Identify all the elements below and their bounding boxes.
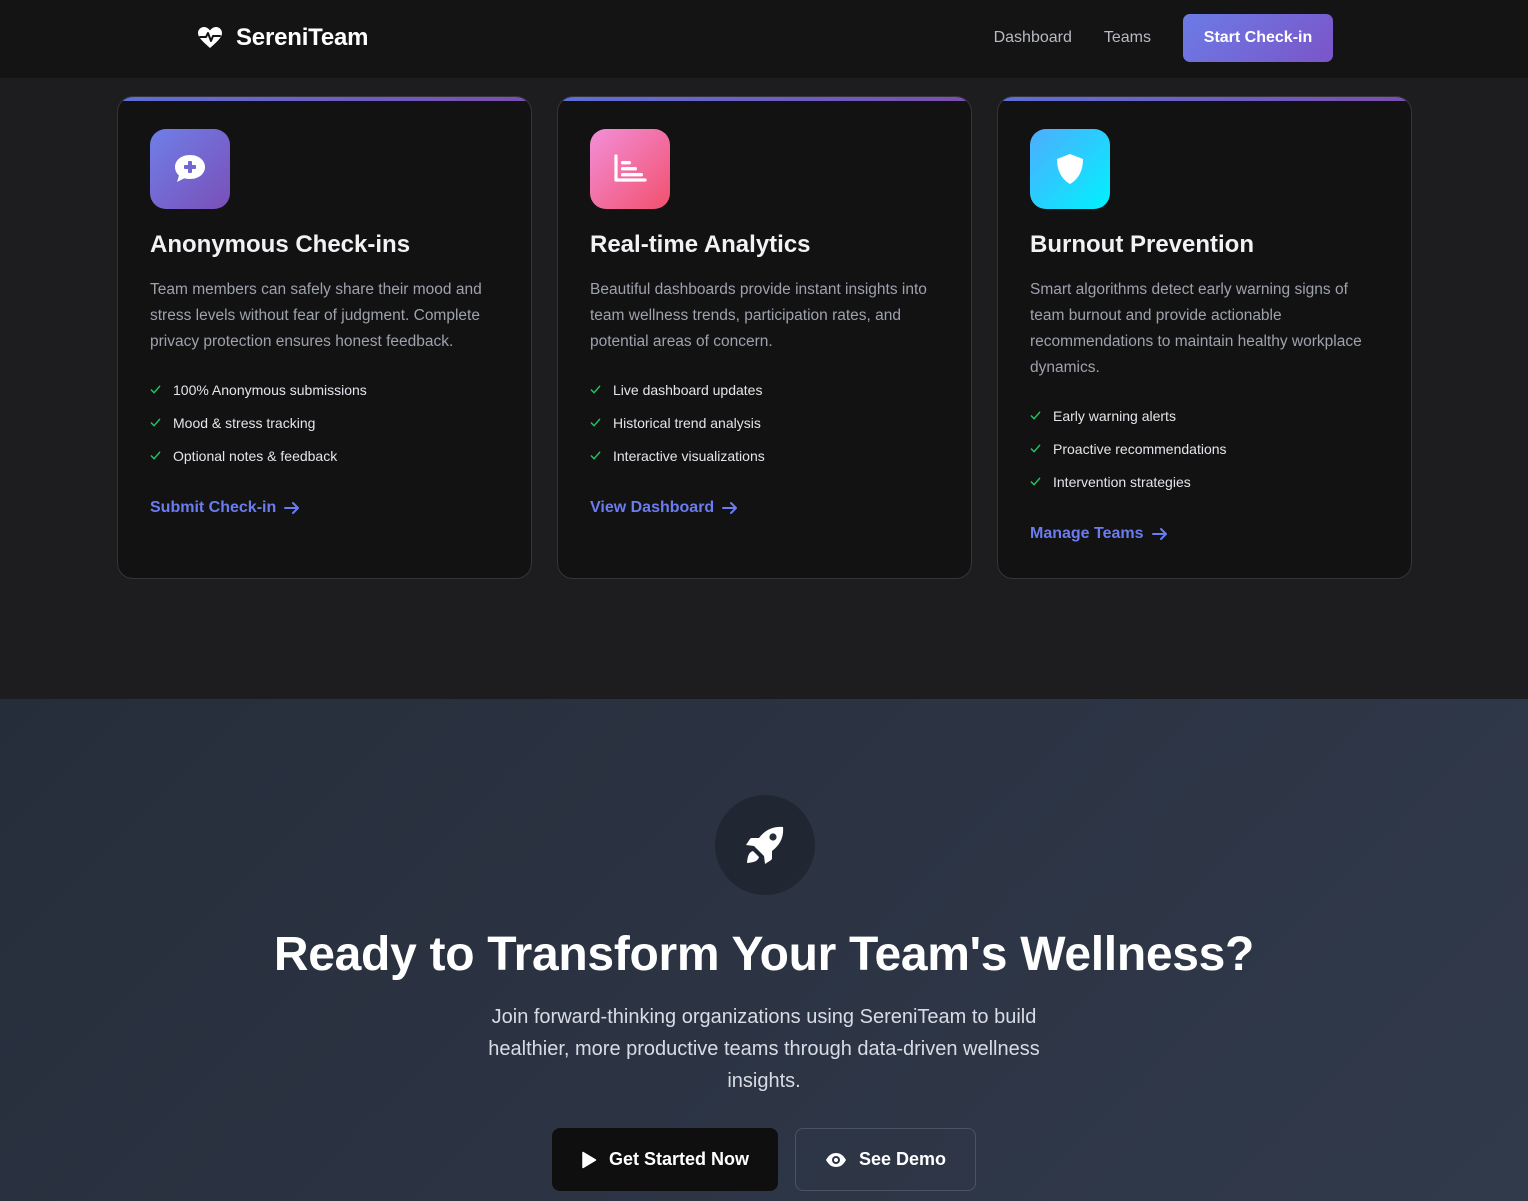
nav-links: Dashboard Teams Start Check-in: [994, 14, 1333, 62]
link-label: Manage Teams: [1030, 525, 1144, 542]
check-icon: [150, 418, 161, 427]
list-item-label: Intervention strategies: [1053, 473, 1191, 490]
list-item: Live dashboard updates: [590, 373, 765, 406]
card-title: Anonymous Check-ins: [150, 231, 411, 258]
check-icon: [150, 385, 161, 394]
link-label: View Dashboard: [590, 499, 715, 516]
check-icon: [1030, 444, 1041, 453]
feature-list: Live dashboard updates Historical trend …: [590, 373, 765, 472]
card-title: Burnout Prevention: [1030, 231, 1255, 258]
play-icon: [582, 1151, 597, 1168]
button-label: See Demo: [858, 1149, 947, 1169]
get-started-button[interactable]: Get Started Now: [552, 1128, 778, 1191]
cta-text: Join forward-thinking organizations usin…: [488, 1006, 1040, 1092]
comment-medical-icon: [150, 129, 230, 209]
manage-teams-link[interactable]: Manage Teams: [1030, 525, 1168, 543]
card-description: Team members can safely share their mood…: [150, 281, 482, 350]
cta-title: Ready to Transform Your Team's Wellness?: [273, 928, 1255, 981]
card-description: Smart algorithms detect early warning si…: [1030, 281, 1362, 376]
cta-section: Ready to Transform Your Team's Wellness?…: [0, 699, 1528, 1201]
list-item-label: Historical trend analysis: [613, 414, 761, 431]
check-icon: [1030, 477, 1041, 486]
list-item: Proactive recommendations: [1030, 432, 1227, 465]
list-item: Historical trend analysis: [590, 406, 765, 439]
feature-card-analytics: Real-time Analytics Beautiful dashboards…: [557, 96, 972, 579]
list-item-label: Optional notes & feedback: [173, 447, 338, 464]
feature-card-burnout: Burnout Prevention Smart algorithms dete…: [997, 96, 1412, 579]
list-item-label: Live dashboard updates: [613, 381, 763, 398]
feature-list: 100% Anonymous submissions Mood & stress…: [150, 373, 367, 472]
list-item: Optional notes & feedback: [150, 439, 367, 472]
arrow-right-icon: [1151, 528, 1167, 540]
list-item-label: Early warning alerts: [1053, 407, 1176, 424]
nav-link-teams[interactable]: Teams: [1104, 14, 1151, 62]
list-item: Early warning alerts: [1030, 399, 1227, 432]
list-item: Mood & stress tracking: [150, 406, 367, 439]
heartbeat-icon: [196, 24, 224, 52]
brand-name: SereniTeam: [236, 24, 369, 51]
card-title: Real-time Analytics: [590, 231, 811, 258]
submit-checkin-link[interactable]: Submit Check-in: [150, 499, 300, 517]
nav-link-dashboard[interactable]: Dashboard: [994, 14, 1072, 62]
check-icon: [590, 451, 601, 460]
button-label: Get Started Now: [608, 1149, 750, 1169]
navbar: SereniTeam Dashboard Teams Start Check-i…: [0, 0, 1528, 78]
features-section: Anonymous Check-ins Team members can saf…: [0, 78, 1528, 699]
arrow-right-icon: [284, 502, 300, 514]
view-dashboard-link[interactable]: View Dashboard: [590, 499, 738, 517]
check-icon: [590, 418, 601, 427]
chart-bar-icon: [590, 129, 670, 209]
check-icon: [590, 385, 601, 394]
feature-card-checkins: Anonymous Check-ins Team members can saf…: [117, 96, 532, 579]
list-item: Interactive visualizations: [590, 439, 765, 472]
list-item-label: Proactive recommendations: [1053, 440, 1227, 457]
list-item: Intervention strategies: [1030, 465, 1227, 498]
check-icon: [150, 451, 161, 460]
arrow-right-icon: [722, 502, 738, 514]
rocket-icon: [715, 795, 815, 895]
start-checkin-button[interactable]: Start Check-in: [1183, 14, 1333, 62]
shield-icon: [1030, 129, 1110, 209]
see-demo-button[interactable]: See Demo: [795, 1128, 976, 1191]
list-item-label: 100% Anonymous submissions: [173, 381, 367, 398]
list-item-label: Interactive visualizations: [613, 447, 765, 464]
list-item-label: Mood & stress tracking: [173, 414, 316, 431]
brand[interactable]: SereniTeam: [196, 24, 368, 52]
check-icon: [1030, 411, 1041, 420]
card-description: Beautiful dashboards provide instant ins…: [590, 281, 927, 350]
eye-icon: [825, 1152, 846, 1167]
feature-list: Early warning alerts Proactive recommend…: [1030, 399, 1227, 498]
link-label: Submit Check-in: [150, 499, 277, 516]
list-item: 100% Anonymous submissions: [150, 373, 367, 406]
